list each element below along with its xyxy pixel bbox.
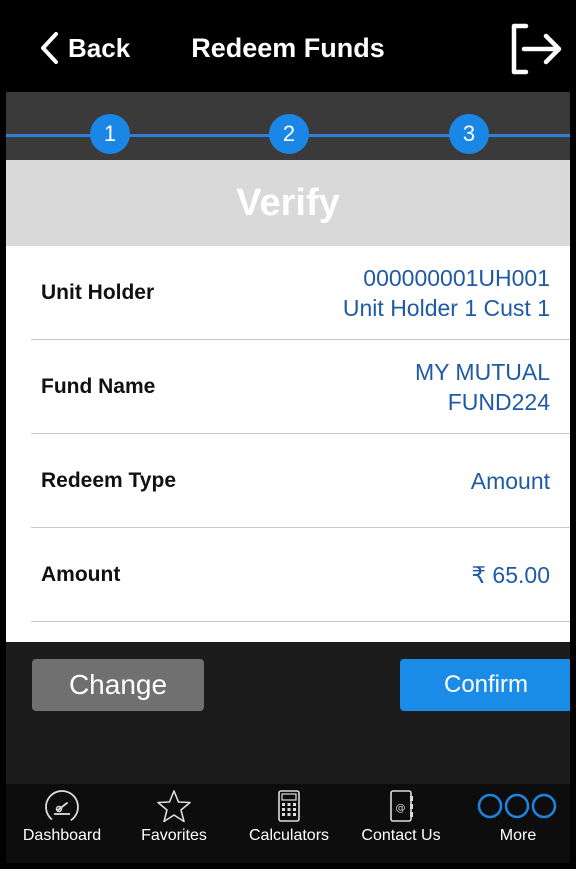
star-icon <box>157 790 191 823</box>
value-line: MY MUTUAL <box>414 359 550 385</box>
tab-label: Dashboard <box>22 827 102 844</box>
tab-label: More <box>499 827 537 844</box>
row-value: MY MUTUAL FUND224 <box>230 340 550 434</box>
row-value: Amount <box>230 434 550 528</box>
step-1: 1 <box>90 114 130 154</box>
nav-header: Back Redeem Funds <box>6 6 570 92</box>
progress-stepper: 1 2 3 <box>6 92 570 160</box>
row-value: 000000001UH001 Unit Holder 1 Cust 1 <box>230 246 550 340</box>
row-label: Unit Holder <box>41 281 155 304</box>
value-line: FUND224 <box>447 389 550 415</box>
contact-book-icon: @ <box>390 790 413 822</box>
tab-calculators[interactable]: Calculators <box>233 784 345 863</box>
svg-text:@: @ <box>396 803 406 814</box>
tab-label: Favorites <box>141 827 207 844</box>
value-line: 000000001UH001 <box>363 265 550 291</box>
action-bar: Change Confirm <box>6 642 570 784</box>
tab-contact-us[interactable]: @ Contact Us <box>345 784 457 863</box>
tab-label: Contact Us <box>361 827 441 844</box>
row-unit-holder: Unit Holder 000000001UH001 Unit Holder 1… <box>31 246 570 340</box>
value-line: Amount <box>470 468 550 494</box>
app-screen: Back Redeem Funds 1 2 3 Verify Unit Hold… <box>6 6 570 863</box>
change-button[interactable]: Change <box>32 659 204 711</box>
back-label: Back <box>68 32 131 63</box>
row-amount: Amount ₹ 65.00 <box>31 528 570 622</box>
step-3: 3 <box>449 114 489 154</box>
row-value: ₹ 65.00 <box>230 528 550 622</box>
bottom-tab-bar: Dashboard Favorites Calculators @ Contac… <box>6 784 570 863</box>
chevron-left-icon <box>41 32 58 64</box>
step-2: 2 <box>269 114 309 154</box>
logout-icon[interactable] <box>506 16 564 82</box>
calculator-icon <box>278 790 300 822</box>
more-dots-icon <box>477 793 557 819</box>
row-label: Redeem Type <box>41 469 176 492</box>
details-list: Unit Holder 000000001UH001 Unit Holder 1… <box>6 246 570 622</box>
tab-more[interactable]: More <box>462 784 570 863</box>
row-redeem-type: Redeem Type Amount <box>31 434 570 528</box>
confirm-button[interactable]: Confirm <box>400 659 570 711</box>
value-line: Unit Holder 1 Cust 1 <box>342 295 550 321</box>
speedometer-icon <box>45 790 79 824</box>
tab-label: Calculators <box>248 827 330 844</box>
row-fund-name: Fund Name MY MUTUAL FUND224 <box>31 340 570 434</box>
tab-dashboard[interactable]: Dashboard <box>6 784 118 863</box>
row-label: Fund Name <box>41 375 156 398</box>
verify-banner: Verify <box>6 160 570 246</box>
back-button[interactable]: Back <box>38 28 130 68</box>
value-line: ₹ 65.00 <box>471 562 550 588</box>
row-label: Amount <box>41 563 121 586</box>
tab-favorites[interactable]: Favorites <box>118 784 230 863</box>
